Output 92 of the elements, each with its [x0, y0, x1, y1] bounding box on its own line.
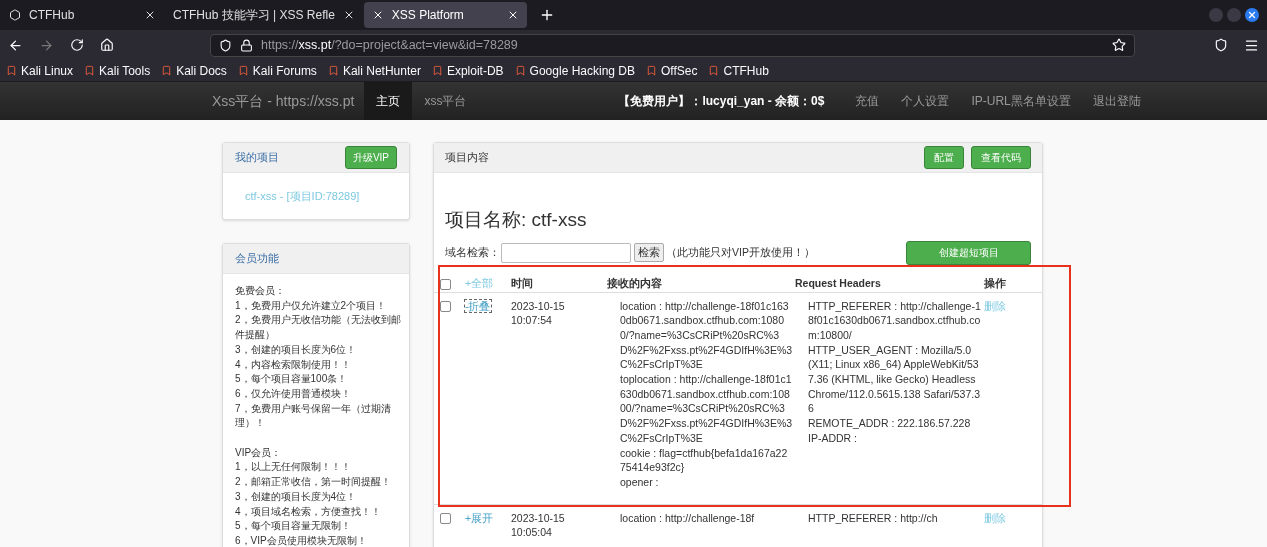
member-text: 5，每个项目容量100条！ [235, 372, 349, 387]
bookmark-icon [327, 65, 339, 76]
bookmark-item[interactable]: OffSec [646, 61, 698, 80]
time-text: 2023-10-15 [511, 510, 566, 526]
search-field[interactable] [501, 242, 631, 263]
nav-link[interactable]: 主页 [364, 82, 413, 120]
hexagon-icon [9, 9, 21, 21]
address-bar[interactable]: https://xss.pt/?do=project&act=view&id=78289 [210, 33, 1135, 57]
menu-icon[interactable] [1244, 37, 1259, 53]
bookmark-item[interactable]: Kali Docs [161, 61, 227, 80]
member-text: VIP会员： [235, 445, 283, 460]
column-header: 操作 [984, 276, 1007, 292]
bookmark-item[interactable]: CTFHub [708, 61, 769, 80]
content-item: opener : [620, 474, 660, 490]
member-text: 5，每个项目容量无限制！ [235, 519, 352, 534]
column-header: 接收的内容 [607, 276, 663, 292]
bookmark-icon [646, 65, 657, 76]
url-text: https://xss.pt/?do=project&act=view&id=78289 [261, 36, 518, 54]
search-button[interactable]: 检索 [634, 243, 664, 262]
nav-link[interactable]: 退出登陆 [1081, 92, 1152, 110]
toggle-link[interactable]: -折叠 [465, 299, 491, 312]
checkbox[interactable] [440, 512, 451, 524]
member-text: 6，VIP会员使用模块无限制！ [235, 533, 368, 547]
browser-tab[interactable]: CTFHub [1, 2, 164, 28]
nav-link[interactable]: 充值 [844, 92, 891, 110]
member-text: 6，仅允许使用普通模块！ [235, 386, 352, 401]
close-icon[interactable] [1245, 8, 1259, 22]
nav-link[interactable]: xss平台 [412, 82, 479, 120]
member-text: 2，邮箱正常收信，第一时间提醒！ [235, 475, 392, 490]
header-item: HTTP_USER_AGENT : Mozilla/5.0 (X11; Linux x86_64) AppleWebKit/537.36 (KHTML, like Gecko) HeadlessChrome/112.0.5615.138 Safari/537.36 [808, 342, 981, 417]
member-text: 1，免费用户仅允许建立2个项目！ [235, 298, 388, 313]
column-header: 时间 [511, 276, 534, 292]
member-text: 3，创建的项目长度为4位！ [235, 489, 358, 504]
search-label: 域名检索： [445, 244, 500, 260]
bookmark-icon [431, 65, 443, 76]
member-text: 免费会员： [235, 284, 286, 298]
bookmark-icon [6, 65, 17, 76]
bookmark-icon [514, 65, 526, 76]
nav-link[interactable]: IP-URL黑名单设置 [960, 92, 1082, 110]
nav-link[interactable]: 个人设置 [890, 92, 961, 110]
header-item: HTTP_REFERER : http://challenge-18f01c1630db0671.sandbox.ctfhub.com:10800/ [808, 298, 982, 343]
bookmark-item[interactable]: Exploit-DB [431, 61, 504, 80]
bookmark-icon [84, 65, 96, 76]
browser-tab[interactable]: CTFHub 技能学习 | XSS Refle [165, 2, 363, 28]
create-project-button[interactable]: 创建超短项目 [906, 240, 1031, 265]
time-text: 10:07:54 [511, 313, 553, 328]
close-icon[interactable] [144, 9, 156, 21]
content-item: location : http://challenge-18f [620, 510, 756, 526]
shield-icon [219, 38, 232, 52]
site-brand[interactable]: Xss平台 - https://xss.pt [212, 90, 355, 112]
bookmark-item[interactable]: Kali Linux [6, 61, 74, 80]
header-item: REMOTE_ADDR : 222.186.57.228 [808, 416, 972, 431]
member-text: 4，项目域名检索，方便查找！！ [235, 504, 382, 519]
column-header: Request Headers [795, 276, 882, 292]
panel-title: 我的项目 [235, 150, 279, 166]
lock-icon [240, 38, 253, 52]
user-info: 【免费用户】：lucyqi_yan - 余额：0$ [618, 93, 825, 110]
checkbox[interactable] [440, 300, 451, 312]
panel-title: 项目内容 [445, 150, 489, 166]
back-icon[interactable] [8, 37, 23, 53]
reload-icon[interactable] [70, 38, 84, 52]
member-text: 7，免费用户账号保留一年（过期清理）！ [235, 401, 392, 431]
member-text: 3，创建的项目长度为6位！ [235, 342, 358, 357]
member-text: 1，以上无任何限制！！！ [235, 460, 352, 475]
panel-button[interactable]: 配置 [924, 146, 964, 169]
panel-title: 会员功能 [235, 251, 279, 267]
forward-icon[interactable] [39, 37, 54, 53]
header-item: IP-ADDR : [808, 430, 858, 446]
star-icon[interactable] [1112, 38, 1126, 52]
panel-button[interactable]: 查看代码 [971, 146, 1031, 169]
bookmark-item[interactable]: Kali NetHunter [327, 61, 421, 80]
browser-tab[interactable]: XSS Platform [363, 2, 527, 28]
checkbox[interactable] [440, 278, 451, 290]
home-icon[interactable] [100, 38, 114, 52]
member-text: 4，内容检索限制使用！！ [235, 357, 352, 372]
tab-title: XSS Platform [391, 7, 465, 24]
bookmark-icon [708, 65, 720, 76]
tab-title: CTFHub [29, 7, 76, 24]
bookmark-item[interactable]: Kali Forums [237, 61, 317, 80]
bookmark-icon [161, 65, 173, 76]
tab-title: CTFHub 技能学习 | XSS Refle [173, 7, 335, 24]
vip-note: （此功能只对VIP开放使用！） [666, 244, 815, 260]
time-text: 10:05:04 [511, 525, 553, 541]
bookmark-item[interactable]: Google Hacking DB [514, 61, 635, 80]
bookmark-icon [237, 65, 249, 76]
upgrade-vip-button[interactable]: 升级VIP [344, 146, 397, 169]
bookmark-item[interactable]: Kali Tools [84, 61, 151, 80]
header-item: HTTP_REFERER : http://ch [808, 510, 939, 526]
project-heading: 项目名称: ctf-xss [445, 208, 588, 232]
toggle-link[interactable]: +展开 [465, 511, 494, 524]
member-text: 2，免费用户无收信功能（无法收到邮件提醒） [235, 313, 401, 343]
time-text: 2023-10-15 [511, 298, 566, 314]
